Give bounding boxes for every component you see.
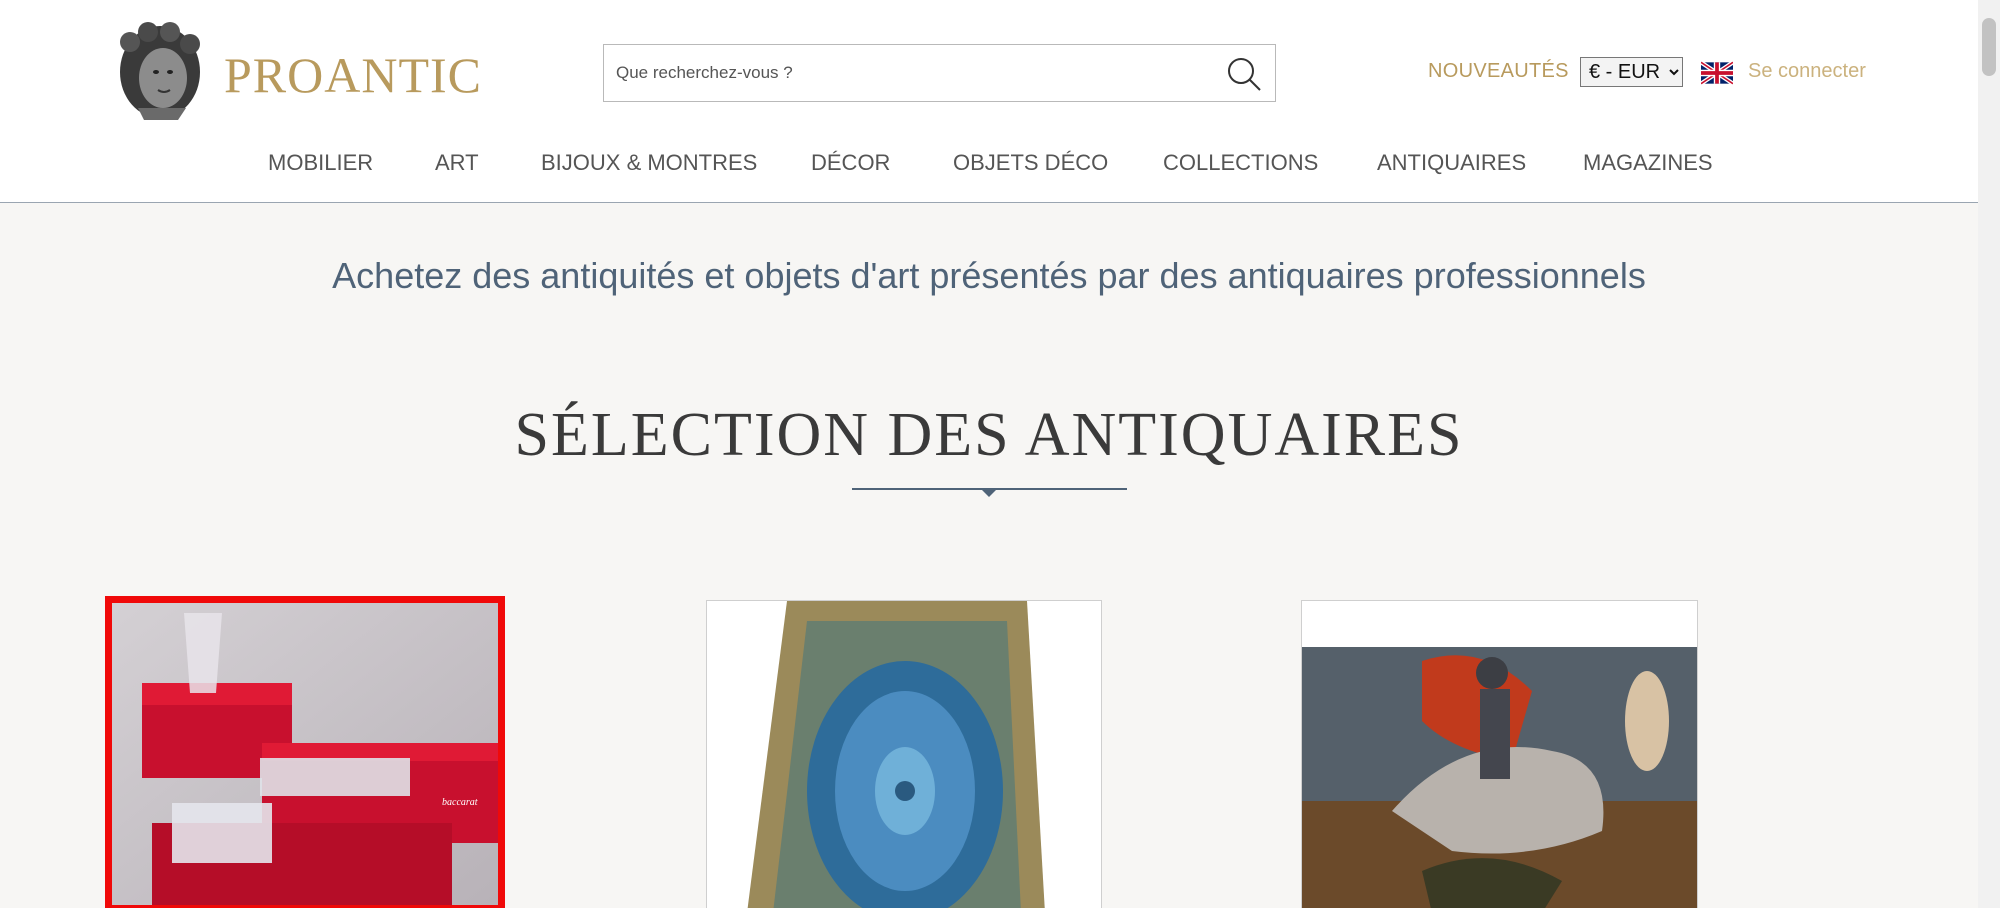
nav-item-bijoux-montres[interactable]: BIJOUX & MONTRES bbox=[541, 150, 757, 176]
nav-item-magazines[interactable]: MAGAZINES bbox=[1583, 150, 1713, 176]
vertical-scrollbar[interactable] bbox=[1978, 0, 2000, 908]
section-title: SÉLECTION DES ANTIQUAIRES bbox=[514, 401, 1464, 469]
site-header: PROANTIC NOUVEAUTÉS € - EUR Se connecter… bbox=[0, 0, 1978, 203]
nav-item-objets-deco[interactable]: OBJETS DÉCO bbox=[953, 150, 1108, 176]
logo-bust-icon[interactable] bbox=[108, 20, 212, 124]
scrollbar-thumb[interactable] bbox=[1982, 18, 1996, 76]
nav-item-art[interactable]: ART bbox=[435, 150, 479, 176]
nav-item-antiquaires[interactable]: ANTIQUAIRES bbox=[1377, 150, 1526, 176]
nav-item-collections[interactable]: COLLECTIONS bbox=[1163, 150, 1318, 176]
search-box bbox=[603, 44, 1276, 102]
uk-flag-icon[interactable] bbox=[1701, 61, 1733, 85]
product-image-3[interactable] bbox=[1302, 601, 1698, 908]
search-icon[interactable] bbox=[1225, 55, 1263, 93]
search-input[interactable] bbox=[604, 45, 1204, 101]
nouveautes-link[interactable]: NOUVEAUTÉS bbox=[1428, 60, 1569, 83]
product-image-1[interactable]: baccarat bbox=[112, 603, 498, 905]
product-card-1-label: baccarat bbox=[442, 797, 478, 808]
login-link[interactable]: Se connecter bbox=[1748, 60, 1866, 83]
product-card-3[interactable] bbox=[1301, 600, 1698, 908]
tagline: Achetez des antiquités et objets d'art p… bbox=[332, 255, 1646, 296]
main-nav: MOBILIER ART BIJOUX & MONTRES DÉCOR OBJE… bbox=[0, 150, 1978, 180]
divider-arrow-icon bbox=[981, 489, 997, 497]
product-card-2[interactable] bbox=[706, 600, 1102, 908]
nav-item-decor[interactable]: DÉCOR bbox=[811, 150, 890, 176]
product-card-1[interactable]: baccarat bbox=[105, 596, 505, 908]
product-image-2[interactable] bbox=[707, 601, 1102, 908]
currency-select[interactable]: € - EUR bbox=[1580, 57, 1683, 87]
nav-item-mobilier[interactable]: MOBILIER bbox=[268, 150, 373, 176]
brand-name[interactable]: PROANTIC bbox=[224, 46, 482, 104]
